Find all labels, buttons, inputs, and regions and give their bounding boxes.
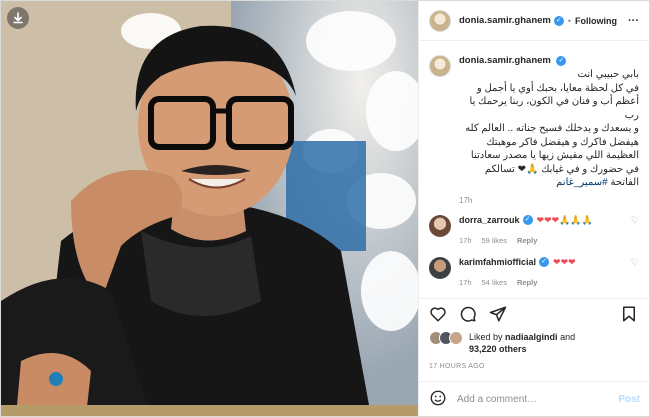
comment-heart-icon[interactable]: ♡	[631, 215, 639, 226]
comment-body: dorra_zarrouk ✓ ❤❤❤🙏🙏🙏 17h 59 likes Repl…	[459, 215, 639, 245]
comment-heart-icon[interactable]: ♡	[631, 257, 639, 268]
post-header: donia.samir.ghanem ✓ • Following ···	[419, 1, 649, 41]
author-avatar[interactable]	[429, 9, 451, 32]
commenter-username[interactable]: dorra_zarrouk	[459, 215, 520, 225]
download-icon[interactable]	[7, 7, 29, 29]
liker-avatar	[449, 331, 463, 345]
comment-item: karimfahmiofficial ✓ ❤❤❤ 17h 54 likes Re…	[419, 256, 649, 287]
post-actions	[419, 298, 650, 328]
comment-likes[interactable]: 59 likes	[482, 236, 507, 245]
likes-and: and	[560, 332, 576, 342]
comment-reply-button[interactable]: Reply	[517, 236, 537, 245]
bookmark-icon[interactable]	[620, 305, 638, 323]
verified-badge-icon: ✓	[553, 15, 564, 26]
commenter-avatar[interactable]	[429, 214, 451, 237]
comment-likes[interactable]: 54 likes	[482, 278, 507, 287]
post-frame: donia.samir.ghanem ✓ • Following ··· don…	[0, 0, 650, 417]
comment-reply-button[interactable]: Reply	[517, 278, 537, 287]
comment-item: dorra_zarrouk ✓ ❤❤❤🙏🙏🙏 17h 59 likes Repl…	[419, 214, 649, 245]
caption-content: بابي حبيبي انت في كل لحظة معايا، بحبك أو…	[465, 69, 639, 188]
caption-avatar[interactable]	[429, 55, 451, 77]
author-username[interactable]: donia.samir.ghanem	[459, 15, 551, 26]
likes-summary: Liked by nadiaalgindi and 93,220 others	[429, 331, 575, 355]
heart-icon[interactable]	[429, 305, 447, 323]
more-icon[interactable]: ···	[628, 15, 639, 27]
caption-time: 17h	[459, 195, 473, 205]
post-side-panel: donia.samir.ghanem ✓ • Following ··· don…	[418, 1, 650, 416]
verified-badge-icon: ✓	[556, 55, 567, 66]
post-time: 17 HOURS AGO	[429, 363, 485, 370]
caption-text: بابي حبيبي انت في كل لحظة معايا، بحبك أو…	[459, 68, 639, 190]
emoji-icon[interactable]	[429, 389, 447, 409]
caption-body: donia.samir.ghanem ✓ بابي حبيبي انت في ك…	[459, 55, 639, 205]
comment-icon[interactable]	[459, 305, 477, 323]
post-comment-button[interactable]: Post	[618, 394, 640, 405]
separator-dot: •	[567, 15, 572, 26]
following-button[interactable]: Following	[575, 16, 617, 26]
likes-prefix: Liked by	[469, 332, 503, 342]
add-comment-bar: Post	[419, 381, 650, 416]
share-icon[interactable]	[489, 305, 507, 323]
portrait-illustration	[1, 1, 418, 416]
verified-badge-icon: ✓	[539, 257, 550, 267]
caption-block: donia.samir.ghanem ✓ بابي حبيبي انت في ك…	[419, 41, 649, 205]
caption-username[interactable]: donia.samir.ghanem	[459, 55, 551, 66]
comment-time: 17h	[459, 235, 472, 245]
caption-hashtag[interactable]: #سمير_غانم	[556, 177, 608, 188]
verified-badge-icon: ✓	[522, 215, 533, 225]
comment-body: karimfahmiofficial ✓ ❤❤❤ 17h 54 likes Re…	[459, 257, 639, 287]
comment-text: ❤❤❤	[553, 256, 576, 267]
liker-avatars	[429, 331, 463, 345]
comment-text: ❤❤❤🙏🙏🙏	[536, 214, 593, 225]
liker-name[interactable]: nadiaalgindi	[505, 332, 558, 342]
post-photo[interactable]	[1, 1, 418, 416]
commenter-username[interactable]: karimfahmiofficial	[459, 257, 536, 267]
comment-input[interactable]	[457, 393, 619, 405]
commenter-avatar[interactable]	[429, 256, 451, 279]
comment-time: 17h	[459, 277, 472, 287]
likes-count[interactable]: 93,220 others	[469, 344, 527, 354]
